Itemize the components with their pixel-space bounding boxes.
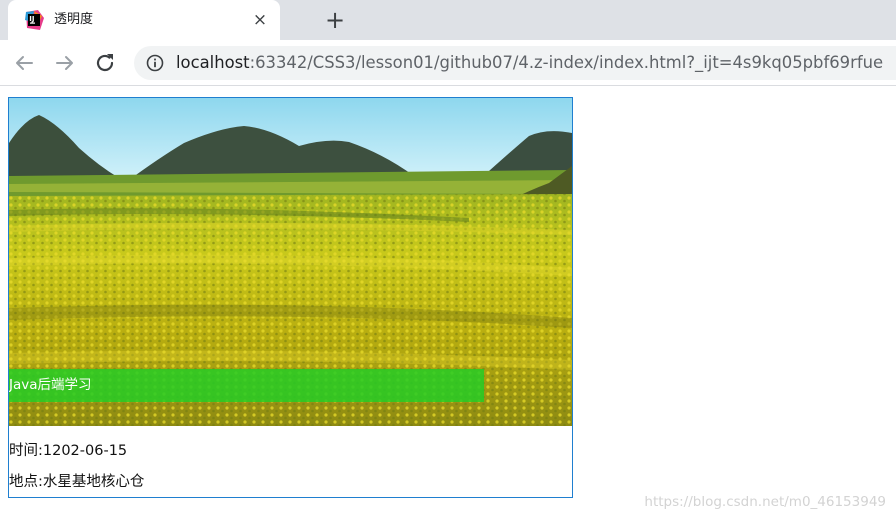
event-location: 地点:水星基地核心仓 bbox=[9, 474, 145, 490]
browser-toolbar: localhost:63342/CSS3/lesson01/github07/4… bbox=[0, 40, 896, 86]
content-card: Java后端学习 时间:1202-06-15 地点:水星基地核心仓 bbox=[8, 97, 573, 498]
landscape-photo: Java后端学习 bbox=[9, 98, 572, 426]
caption-text: Java后端学习 bbox=[9, 377, 92, 393]
back-arrow-icon[interactable] bbox=[12, 51, 36, 75]
watermark: https://blog.csdn.net/m0_46153949 bbox=[644, 494, 886, 510]
browser-tab[interactable]: IJ 透明度 × bbox=[8, 0, 280, 40]
new-tab-button[interactable]: + bbox=[322, 8, 348, 32]
url-path: :63342/CSS3/lesson01/github07/4.z-index/… bbox=[249, 53, 884, 72]
page-viewport: Java后端学习 时间:1202-06-15 地点:水星基地核心仓 https:… bbox=[0, 87, 896, 520]
url-host: localhost bbox=[176, 53, 250, 72]
tab-close-button[interactable]: × bbox=[250, 10, 270, 30]
address-bar[interactable]: localhost:63342/CSS3/lesson01/github07/4… bbox=[134, 46, 896, 80]
reload-icon[interactable] bbox=[93, 51, 117, 75]
forward-arrow-icon[interactable] bbox=[53, 51, 77, 75]
webstorm-favicon-icon: IJ bbox=[25, 10, 44, 30]
tab-strip: IJ 透明度 × + bbox=[0, 0, 896, 40]
event-time: 时间:1202-06-15 bbox=[9, 443, 128, 459]
url-text[interactable]: localhost:63342/CSS3/lesson01/github07/4… bbox=[176, 53, 883, 73]
svg-text:IJ: IJ bbox=[29, 15, 34, 23]
caption-bar: Java后端学习 bbox=[9, 369, 484, 402]
tab-title: 透明度 bbox=[54, 12, 94, 27]
site-info-icon[interactable] bbox=[146, 54, 164, 72]
